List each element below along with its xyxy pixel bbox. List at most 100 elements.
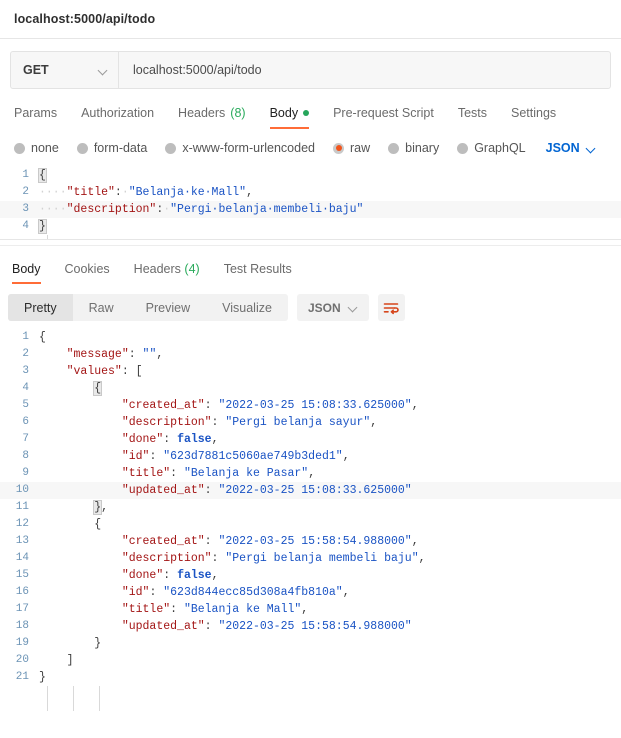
request-body-code[interactable]: 1{2 ····"title":·"Belanja·ke·Mall", 3 ····"…: [0, 167, 621, 235]
radio-selected-icon: [333, 142, 344, 154]
tab-headers[interactable]: Headers (8): [166, 106, 258, 129]
line-number: 1: [22, 331, 29, 343]
code-token: "id": [121, 450, 150, 463]
request-body-editor[interactable]: 1{2 ····"title":·"Belanja·ke·Mall", 3 ····"…: [0, 167, 621, 239]
view-mode-visualize[interactable]: Visualize: [206, 294, 288, 321]
code-token: :: [204, 399, 219, 412]
code-token: ,: [156, 348, 164, 361]
response-tab-headers[interactable]: Headers (4): [122, 262, 212, 284]
response-format-selector[interactable]: JSON: [296, 294, 369, 321]
view-mode-raw[interactable]: Raw: [73, 294, 130, 321]
code-text: }: [38, 669, 621, 686]
body-type-form-data-label: form-data: [93, 141, 148, 155]
response-body-code[interactable]: 1{2 "message": "", 3 "values": [4 {5 "cre…: [0, 329, 621, 686]
request-tab-bar: Params Authorization Headers (8) Body Pr…: [0, 99, 621, 129]
tab-params[interactable]: Params: [12, 106, 69, 129]
code-token: ,: [342, 450, 350, 463]
code-token: ,: [308, 467, 316, 480]
code-text: {: [38, 167, 621, 184]
code-token: :: [204, 620, 219, 633]
tab-authorization[interactable]: Authorization: [69, 106, 166, 129]
body-type-graphql[interactable]: GraphQL: [457, 141, 526, 155]
code-token: ·: [121, 186, 129, 199]
code-line: 7 "done": false,: [0, 431, 621, 448]
tab-params-label: Params: [14, 106, 58, 120]
word-wrap-toggle[interactable]: [377, 294, 405, 321]
code-token: "updated_at": [121, 620, 205, 633]
line-number: 2: [22, 348, 29, 360]
body-type-binary-label: binary: [405, 141, 440, 155]
code-line: 3 ····"description":·"Pergi·belanja·membe…: [0, 201, 621, 218]
code-token: ,: [342, 586, 350, 599]
body-type-binary[interactable]: binary: [388, 141, 439, 155]
code-token: "2022-03-25 15:58:54.988000": [218, 535, 412, 548]
response-tab-headers-label: Headers: [133, 262, 181, 276]
code-token: :: [149, 586, 164, 599]
body-type-x-www-form-urlencoded[interactable]: x-www-form-urlencoded: [165, 141, 315, 155]
code-token: "Belanja·ke·Mall": [128, 186, 247, 199]
line-number: 5: [22, 399, 29, 411]
chevron-down-icon: [99, 66, 108, 75]
code-token: }: [38, 219, 47, 234]
code-token: :: [204, 535, 219, 548]
radio-icon: [457, 142, 469, 154]
body-type-x-www-form-urlencoded-label: x-www-form-urlencoded: [182, 141, 315, 155]
body-type-raw-label: raw: [350, 141, 371, 155]
tab-settings[interactable]: Settings: [499, 106, 568, 129]
view-mode-pretty[interactable]: Pretty: [8, 294, 73, 321]
tab-body[interactable]: Body: [258, 106, 322, 129]
code-line: 12 {: [0, 516, 621, 533]
code-token: :: [128, 348, 143, 361]
radio-icon: [76, 142, 88, 154]
code-token: ,: [246, 186, 253, 199]
code-line: 1{: [0, 329, 621, 346]
request-url-input[interactable]: localhost:5000/api/todo: [119, 52, 610, 88]
view-mode-preview[interactable]: Preview: [130, 294, 206, 321]
line-number: 4: [22, 382, 29, 394]
line-number: 7: [22, 433, 29, 445]
code-token: ,: [411, 535, 419, 548]
response-body-viewer[interactable]: 1{2 "message": "", 3 "values": [4 {5 "cre…: [0, 329, 621, 711]
response-tab-body[interactable]: Body: [12, 262, 53, 284]
code-token: {: [39, 331, 46, 344]
chevron-down-icon: [349, 303, 358, 312]
tab-authorization-label: Authorization: [81, 106, 155, 120]
body-type-none[interactable]: none: [14, 141, 59, 155]
code-line: 6 "description": "Pergi belanja sayur",: [0, 414, 621, 431]
body-type-raw[interactable]: raw: [333, 141, 370, 155]
code-text: "description": "Pergi belanja membeli ba…: [38, 550, 621, 567]
request-url-bar: GET localhost:5000/api/todo: [10, 51, 611, 89]
line-number: 16: [15, 586, 29, 598]
response-tab-test-results[interactable]: Test Results: [212, 262, 304, 284]
body-type-form-data[interactable]: form-data: [76, 141, 148, 155]
request-body-format-selector[interactable]: JSON: [546, 141, 596, 155]
code-token: ,: [411, 399, 419, 412]
http-method-selector[interactable]: GET: [11, 52, 119, 88]
code-line: 11 },: [0, 499, 621, 516]
view-mode-pretty-label: Pretty: [24, 300, 57, 315]
line-number: 1: [22, 169, 29, 181]
code-line: 20 ]: [0, 652, 621, 669]
response-format-label: JSON: [307, 300, 341, 315]
tab-headers-count: (8): [230, 106, 246, 120]
line-number: 18: [15, 620, 29, 632]
code-token: :: [163, 433, 178, 446]
tab-tests[interactable]: Tests: [446, 106, 499, 129]
code-token: "title": [121, 467, 171, 480]
code-line: 2 "message": "",: [0, 346, 621, 363]
line-number: 2: [22, 186, 29, 198]
code-token: "updated_at": [121, 484, 205, 497]
tab-settings-label: Settings: [511, 106, 557, 120]
response-tab-cookies[interactable]: Cookies: [53, 262, 122, 284]
tab-pre-request-script[interactable]: Pre-request Script: [321, 106, 446, 129]
